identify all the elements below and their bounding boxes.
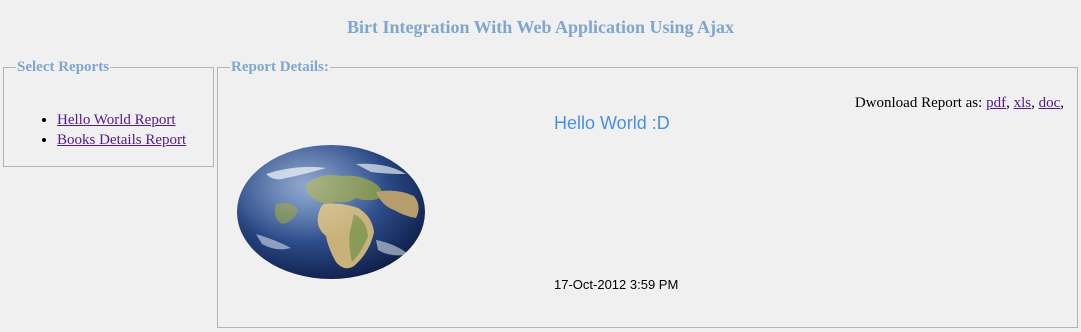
report-details-panel: Report Details: Dwonload Report as: pdf,…	[217, 59, 1078, 328]
download-xls-link[interactable]: xls	[1014, 95, 1032, 111]
download-pdf-link[interactable]: pdf	[986, 95, 1006, 111]
report-list: Hello World Report Books Details Report	[37, 110, 186, 150]
download-doc-link[interactable]: doc	[1039, 95, 1061, 111]
list-item: Books Details Report	[57, 130, 186, 150]
select-reports-panel: Select Reports Hello World Report Books …	[3, 59, 214, 167]
list-item: Hello World Report	[57, 110, 186, 130]
books-details-report-link[interactable]: Books Details Report	[57, 132, 186, 148]
page-title: Birt Integration With Web Application Us…	[346, 17, 735, 37]
separator: ,	[1060, 95, 1064, 111]
select-reports-legend: Select Reports	[17, 59, 110, 75]
hello-world-report-link[interactable]: Hello World Report	[57, 112, 176, 128]
report-hello-title: Hello World :D	[554, 113, 670, 133]
separator: ,	[1031, 95, 1039, 111]
report-date: 17-Oct-2012 3:59 PM	[554, 277, 679, 292]
download-bar: Dwonload Report as: pdf, xls, doc,	[855, 95, 1064, 112]
report-details-legend: Report Details:	[231, 59, 329, 75]
download-label: Dwonload Report as:	[854, 95, 987, 111]
separator: ,	[1006, 95, 1014, 111]
earth-globe-icon	[236, 144, 426, 280]
